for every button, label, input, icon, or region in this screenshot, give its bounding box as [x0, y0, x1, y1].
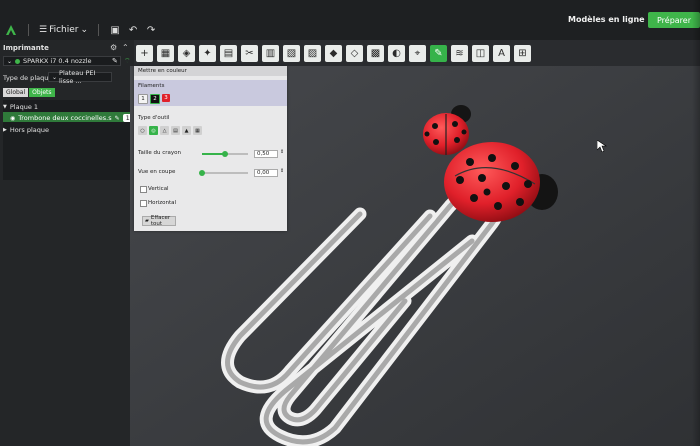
file-menu-button[interactable]: ☰ Fichier ⌄ — [39, 25, 88, 35]
tab-global[interactable]: Global — [3, 88, 29, 97]
section-view-slider[interactable] — [202, 172, 248, 174]
measure-icon[interactable]: ⌖ — [409, 44, 426, 62]
clear-all-button[interactable]: ▰ Effacer tout — [142, 215, 176, 227]
divider — [98, 24, 100, 36]
divider — [28, 24, 29, 36]
plate-type-row: Type de plaque — [3, 74, 52, 82]
expand-icon: ▶ — [3, 127, 7, 133]
mouse-cursor-icon — [596, 137, 607, 156]
main-toolbar: + ▦ ◈ ✦ ▤ ✂ ▥ ▧ ▨ ◆ ◇ ▩ ◐ ⌖ ✎ ≋ ◫ A ⊞ — [130, 40, 700, 66]
title-bar: ☰ Fichier ⌄ ▣ ↶ ↷ Modèles en ligne Prépa… — [0, 0, 700, 40]
view-icon[interactable]: ⊞ — [514, 44, 531, 62]
pen-size-value: 0,50 — [257, 151, 270, 157]
pen-size-input[interactable]: 0,50 — [254, 150, 278, 158]
orient-icon[interactable]: ◈ — [178, 44, 195, 62]
pen-size-label: Taille du crayon — [138, 150, 182, 156]
settings-gear-icon[interactable]: ⚙ — [110, 43, 117, 52]
seam-paint-icon[interactable]: ◇ — [346, 44, 363, 62]
chevron-down-icon: ⌄ — [80, 25, 89, 35]
off-plate-label: Hors plaque — [9, 126, 50, 134]
section-view-input[interactable]: 0,00 — [254, 169, 278, 177]
layer-icon[interactable]: ▨ — [304, 44, 321, 62]
edit-printer-icon[interactable]: ✎ — [112, 57, 118, 65]
printer-section-title: Imprimante — [3, 44, 49, 52]
auto-orient-icon[interactable]: ✦ — [199, 44, 216, 62]
section-view-slider-handle[interactable] — [199, 170, 205, 176]
filament-chip-2[interactable]: 2 — [150, 94, 160, 104]
tool-type-list: ○ ◎ △ ▤ ▲ ▦ — [138, 126, 202, 135]
color-paint-icon[interactable]: ✎ — [430, 44, 447, 62]
plate-type-label: Type de plaque — [3, 74, 53, 82]
paint-panel-header: Mettre en couleur — [134, 66, 287, 76]
monitor-bezel-shade — [692, 0, 700, 446]
plate-type-select[interactable]: ⌄ Plateau PEI lisse ... — [48, 69, 112, 85]
filament-chip-3[interactable]: 3 — [162, 94, 170, 102]
height-range-icon[interactable]: ▤ — [171, 126, 180, 135]
printer-selector[interactable]: ⌄ SPARKX i7 0.4 nozzle — [3, 56, 121, 66]
menu-bar: ☰ Fichier ⌄ ▣ ↶ ↷ — [0, 20, 157, 40]
gap-fill-icon[interactable]: ▦ — [193, 126, 202, 135]
paint-panel-title: Mettre en couleur — [138, 68, 187, 74]
section-view-label: Vue en coupe — [138, 169, 176, 175]
paint-brush-icon: ✎ — [114, 114, 120, 122]
fuzzy-skin-icon[interactable]: ≋ — [451, 44, 468, 62]
tool-type-label: Type d'outil — [138, 115, 170, 121]
triangle-tool-icon[interactable]: △ — [160, 126, 169, 135]
cut-icon[interactable]: ✂ — [241, 44, 258, 62]
support-paint-icon[interactable]: ◆ — [325, 44, 342, 62]
visibility-eye-icon[interactable]: ◉ — [10, 115, 15, 122]
pen-size-slider-handle[interactable] — [222, 151, 228, 157]
filament-list: 1 2 3 — [138, 94, 170, 104]
printer-section-header: Imprimante — [3, 44, 49, 52]
horizontal-label: Horizontal — [148, 200, 177, 206]
boolean-icon[interactable]: ◐ — [388, 44, 405, 62]
plate-label: Plaque 1 — [9, 103, 39, 111]
spinner-icon[interactable]: ⇕ — [280, 168, 284, 174]
slice-plate-icon[interactable]: ▤ — [220, 44, 237, 62]
eraser-icon: ▰ — [145, 218, 149, 224]
filament-chip-1[interactable]: 1 — [138, 94, 148, 104]
scope-tabs: Global Objets — [3, 88, 55, 97]
screen: ☰ Fichier ⌄ ▣ ↶ ↷ Modèles en ligne Prépa… — [0, 0, 700, 446]
arrange-icon[interactable]: ▦ — [157, 44, 174, 62]
assembly-icon[interactable]: ◫ — [472, 44, 489, 62]
add-icon[interactable]: + — [136, 44, 153, 62]
online-models-tab[interactable]: Modèles en ligne — [568, 15, 645, 24]
clear-all-label: Effacer tout — [150, 215, 171, 227]
section-view-value: 0,00 — [257, 170, 270, 176]
variable-height-icon[interactable]: ▩ — [367, 44, 384, 62]
fill-bucket-icon[interactable]: ▲ — [182, 126, 191, 135]
plate-item[interactable]: ▼ Plaque 1 — [3, 103, 38, 111]
chevron-down-icon: ⌄ — [52, 73, 58, 81]
printer-status-icon — [15, 58, 21, 64]
vertical-label: Vertical — [148, 186, 169, 192]
text-icon[interactable]: A — [493, 44, 510, 62]
brush-sphere-icon[interactable]: ◎ — [149, 126, 158, 135]
horizontal-checkbox[interactable] — [140, 200, 147, 207]
undo-icon[interactable]: ↶ — [127, 24, 139, 36]
filaments-label: Filaments — [138, 83, 165, 89]
collapse-icon[interactable]: ⌃ — [122, 43, 129, 52]
spinner-icon[interactable]: ⇕ — [280, 149, 284, 155]
save-icon[interactable]: ▣ — [109, 24, 121, 36]
off-plate-item[interactable]: ▶ Hors plaque — [3, 126, 49, 134]
color-paint-panel: Mettre en couleur Filaments 1 2 3 Type d… — [134, 66, 287, 231]
split-objects-icon[interactable]: ▥ — [262, 44, 279, 62]
tab-objects[interactable]: Objets — [29, 88, 55, 97]
printer-name: SPARKX i7 0.4 nozzle — [23, 57, 92, 65]
app-logo-icon — [4, 23, 18, 37]
redo-icon[interactable]: ↷ — [145, 24, 157, 36]
plate-type-value: Plateau PEI lisse ... — [59, 69, 96, 85]
vertical-checkbox[interactable] — [140, 186, 147, 193]
left-sidebar: Imprimante ⚙ ⌃ ⌄ SPARKX i7 0.4 nozzle ✎ … — [0, 40, 134, 446]
hamburger-icon: ☰ — [39, 25, 48, 35]
chevron-down-icon: ⌄ — [7, 57, 13, 65]
wifi-icon[interactable]: ⌔ — [124, 57, 131, 66]
brush-circle-icon[interactable]: ○ — [138, 126, 147, 135]
object-name: Trombone deux coccinelles.s — [18, 114, 112, 122]
split-parts-icon[interactable]: ▧ — [283, 44, 300, 62]
object-item[interactable]: ◉ Trombone deux coccinelles.s ✎ 1 — [10, 114, 133, 122]
file-menu-label: Fichier — [49, 25, 79, 35]
expand-icon: ▼ — [3, 104, 7, 110]
